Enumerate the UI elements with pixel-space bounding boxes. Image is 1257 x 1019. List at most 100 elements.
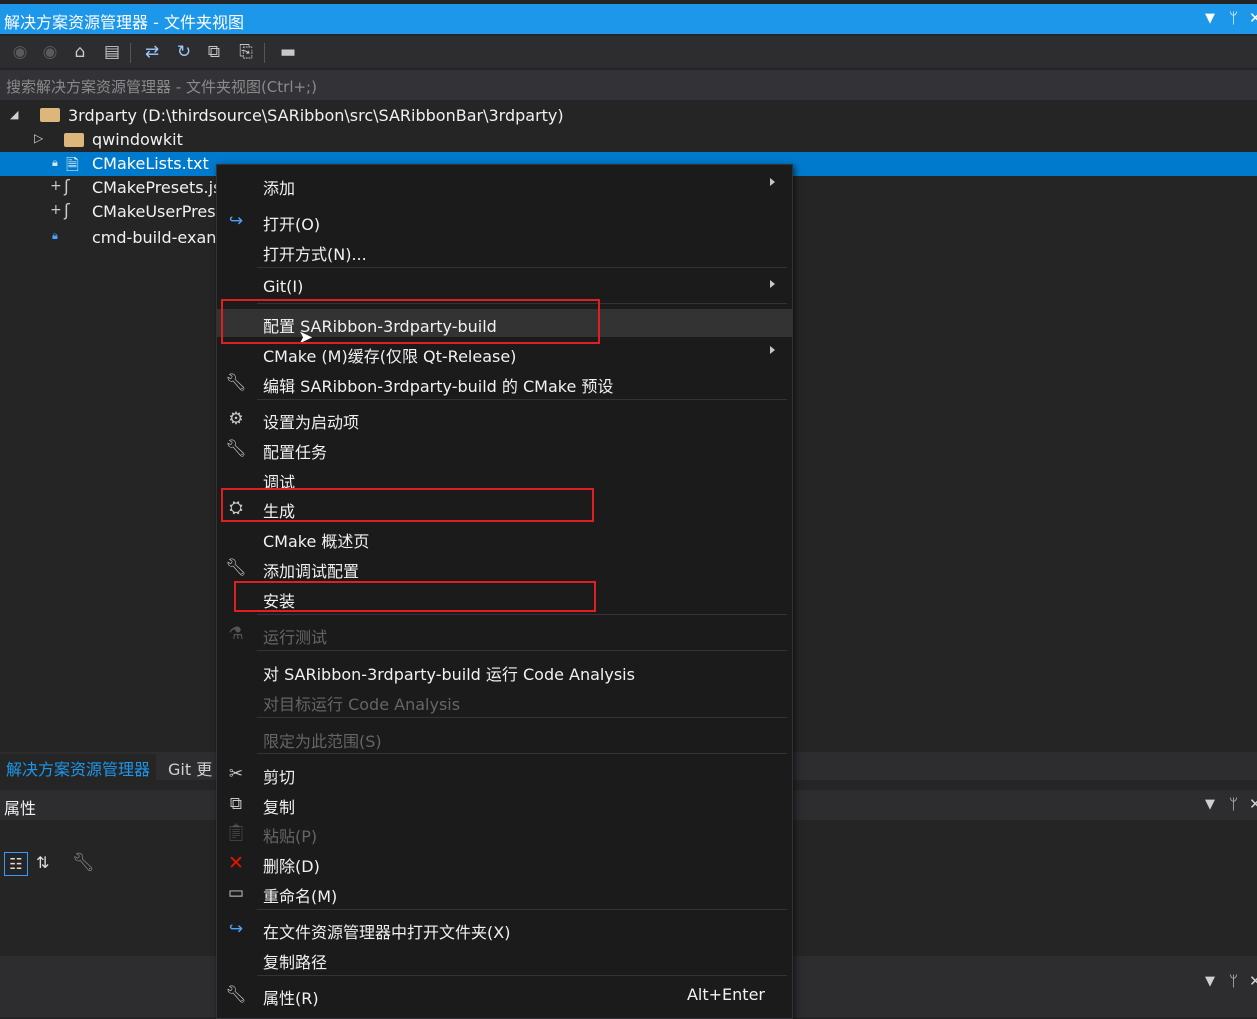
menu-item-edit-preset[interactable]: 🔧︎ 编辑 SARibbon-3rdparty-build 的 CMake 预设 [217,369,792,397]
menu-item-add[interactable]: 添加 [217,171,792,199]
dropdown-icon[interactable]: ▼ [1205,11,1215,26]
add-icon: + [50,202,62,218]
flask-icon: ⚗ [228,624,244,644]
menu-item-git[interactable]: Git(I) [217,273,792,301]
lock-icon: 🔒︎ [52,229,58,242]
pin-icon[interactable]: ᛘ [1229,795,1238,813]
panel-title: 解决方案资源管理器 - 文件夹视图 [4,13,244,32]
categorized-icon[interactable]: ☷ [4,852,28,876]
menu-item-run-code-analysis[interactable]: 对 SARibbon-3rdparty-build 运行 Code Analys… [217,657,792,685]
tree-item-qwindowkit[interactable]: ▷ qwindowkit [0,128,1257,152]
menu-item-delete[interactable]: ✕ 删除(D) [217,849,792,877]
menu-item-paste[interactable]: 📋︎ 粘贴(P) [217,819,792,847]
menu-item-run-tests[interactable]: ⚗ 运行测试 [217,620,792,648]
pin-icon[interactable]: ᛘ [1229,972,1238,990]
scissors-icon: ✂ [228,764,244,784]
switch-views-icon[interactable]: ▤ [100,40,124,64]
lock-icon: 🔒︎ [52,156,58,169]
copy-icon: ⧉ [229,794,243,814]
highlight-box-build [221,488,594,522]
refresh-icon[interactable]: ↻ [172,40,196,64]
dropdown-icon[interactable]: ▼ [1205,974,1215,989]
shortcut-label: Alt+Enter [686,985,765,1004]
open-arrow-icon: ↪ [228,919,244,939]
tab-git-changes[interactable]: Git 更 [168,756,212,780]
menu-label: 属性(R) [263,989,319,1008]
menu-item-cut[interactable]: ✂ 剪切 [217,760,792,788]
properties-icon[interactable]: ▬ [276,40,300,64]
menu-separator [257,717,787,718]
toolbar-divider [264,43,265,63]
menu-item-add-debug-config[interactable]: 🔧︎ 添加调试配置 [217,554,792,582]
json-file-icon: ʃ [64,201,70,221]
dropdown-icon[interactable]: ▼ [1205,797,1215,812]
pin-icon[interactable]: ᛘ [1229,9,1238,27]
open-arrow-icon: ↪ [228,211,244,231]
collapsed-arrow-icon[interactable]: ▷ [34,131,43,145]
panel-title-bar: 解决方案资源管理器 - 文件夹视图 ▼ ᛘ ✕ [0,4,1257,34]
menu-label: 对 SARibbon-3rdparty-build 运行 Code Analys… [263,665,635,684]
menu-item-rename[interactable]: ▭ 重命名(M) [217,879,792,907]
tree-root[interactable]: ◢ 3rdparty (D:\thirdsource\SARibbon\src\… [0,104,1257,128]
json-file-icon: ʃ [64,177,70,197]
add-icon: + [50,178,62,194]
close-icon[interactable]: ✕ [1249,9,1257,27]
tree-item-label: cmd-build-exan [92,228,217,247]
menu-label: 剪切 [263,768,296,787]
menu-item-set-startup[interactable]: ⚙ 设置为启动项 [217,405,792,433]
rename-icon: ▭ [227,883,245,903]
forward-icon[interactable]: ◉ [38,40,62,64]
wrench-icon: 🔧︎ [225,439,247,459]
show-all-files-icon[interactable]: ⎘ [234,40,258,64]
menu-item-configure-tasks[interactable]: 🔧︎ 配置任务 [217,435,792,463]
menu-label: 添加调试配置 [263,562,360,581]
tab-solution-explorer[interactable]: 解决方案资源管理器 [6,756,150,780]
expanded-arrow-icon[interactable]: ◢ [10,108,18,121]
sync-icon[interactable]: ⇄ [140,40,164,64]
menu-label: 复制路径 [263,953,328,972]
submenu-arrow-icon [770,346,775,354]
paste-icon: 📋︎ [225,823,247,843]
menu-label: 限定为此范围(S) [263,732,382,751]
menu-item-open-with[interactable]: 打开方式(N)... [217,237,792,265]
gear-icon: ⚙ [228,409,244,429]
menu-item-cmake-overview[interactable]: CMake 概述页 [217,524,792,552]
menu-label: 重命名(M) [263,887,338,906]
wrench-icon: 🔧︎ [225,985,247,1005]
close-icon[interactable]: ✕ [1249,795,1257,813]
menu-separator [257,614,787,615]
tree-root-label: 3rdparty (D:\thirdsource\SARibbon\src\SA… [68,106,564,125]
tree-item-label: CMakeUserPrese [92,202,226,221]
wrench-icon[interactable]: 🔧︎ [72,852,95,873]
folder-open-icon [40,108,60,122]
home-icon[interactable]: ⌂ [68,40,92,64]
toolbar: ◉ ◉ ⌂ ▤ ⇄ ↻ ⧉ ⎘ ▬ [0,36,1257,68]
menu-label: 对目标运行 Code Analysis [263,695,461,714]
toolbar-divider [130,43,131,63]
highlight-box-install [234,581,596,612]
menu-separator [257,267,787,268]
alphabetical-icon[interactable]: ⇅ [36,853,49,872]
menu-item-copy[interactable]: ⧉ 复制 [217,790,792,818]
menu-separator [257,975,787,976]
menu-label: 添加 [263,179,296,198]
menu-item-scope-to-this[interactable]: 限定为此范围(S) [217,724,792,752]
submenu-arrow-icon [770,178,775,186]
menu-item-open-in-explorer[interactable]: ↪ 在文件资源管理器中打开文件夹(X) [217,915,792,943]
menu-label: 打开(O) [263,215,321,234]
menu-label: 编辑 SARibbon-3rdparty-build 的 CMake 预设 [263,377,614,396]
back-icon[interactable]: ◉ [8,40,32,64]
search-box[interactable]: 搜索解决方案资源管理器 - 文件夹视图(Ctrl+;) [0,70,1257,100]
menu-item-properties[interactable]: 🔧︎ 属性(R) Alt+Enter [217,981,792,1009]
close-icon[interactable]: ✕ [1249,972,1257,990]
menu-label: 设置为启动项 [263,413,360,432]
menu-item-run-code-analysis-target[interactable]: 对目标运行 Code Analysis [217,687,792,715]
menu-item-copy-path[interactable]: 复制路径 [217,945,792,973]
collapse-all-icon[interactable]: ⧉ [202,40,226,64]
tree-item-label: qwindowkit [92,130,183,149]
menu-label: 在文件资源管理器中打开文件夹(X) [263,923,511,942]
menu-item-open[interactable]: ↪ 打开(O) [217,207,792,235]
menu-separator [257,650,787,651]
wrench-icon: 🔧︎ [225,558,247,578]
properties-title: 属性 [4,799,37,818]
